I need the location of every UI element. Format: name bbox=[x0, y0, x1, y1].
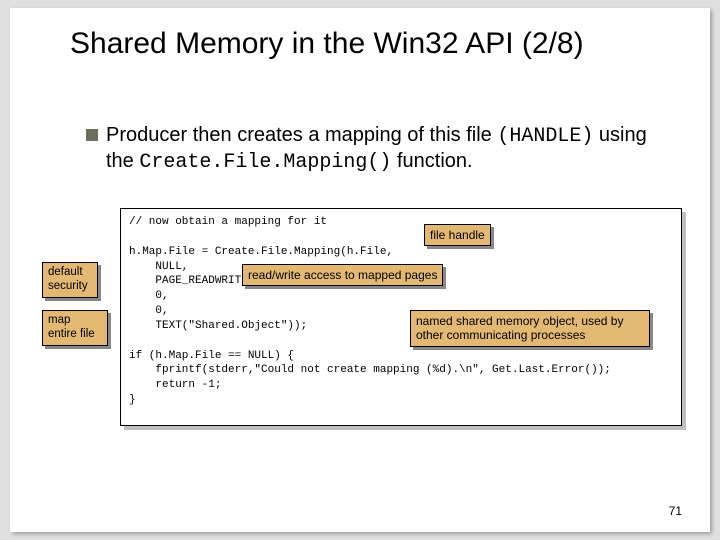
label-rw-access: read/write access to mapped pages bbox=[242, 264, 443, 286]
slide: Shared Memory in the Win32 API (2/8) Pro… bbox=[10, 8, 710, 532]
bullet-text-3: function. bbox=[391, 150, 472, 172]
label-named-object: named shared memory object, used by othe… bbox=[410, 310, 650, 347]
bullet-code-2: Create.File.Mapping() bbox=[139, 151, 391, 174]
label-file-handle: file handle bbox=[424, 224, 491, 246]
page-number: 71 bbox=[669, 504, 682, 518]
bullet-text-1: Producer then creates a mapping of this … bbox=[106, 124, 497, 146]
label-default-security: default security bbox=[42, 262, 98, 298]
bullet-code-1: (HANDLE) bbox=[497, 125, 593, 148]
slide-title: Shared Memory in the Win32 API (2/8) bbox=[70, 26, 584, 62]
label-map-entire-file: map entire file bbox=[42, 310, 108, 346]
bullet-square-icon bbox=[86, 129, 98, 141]
bullet-item: Producer then creates a mapping of this … bbox=[106, 123, 666, 175]
